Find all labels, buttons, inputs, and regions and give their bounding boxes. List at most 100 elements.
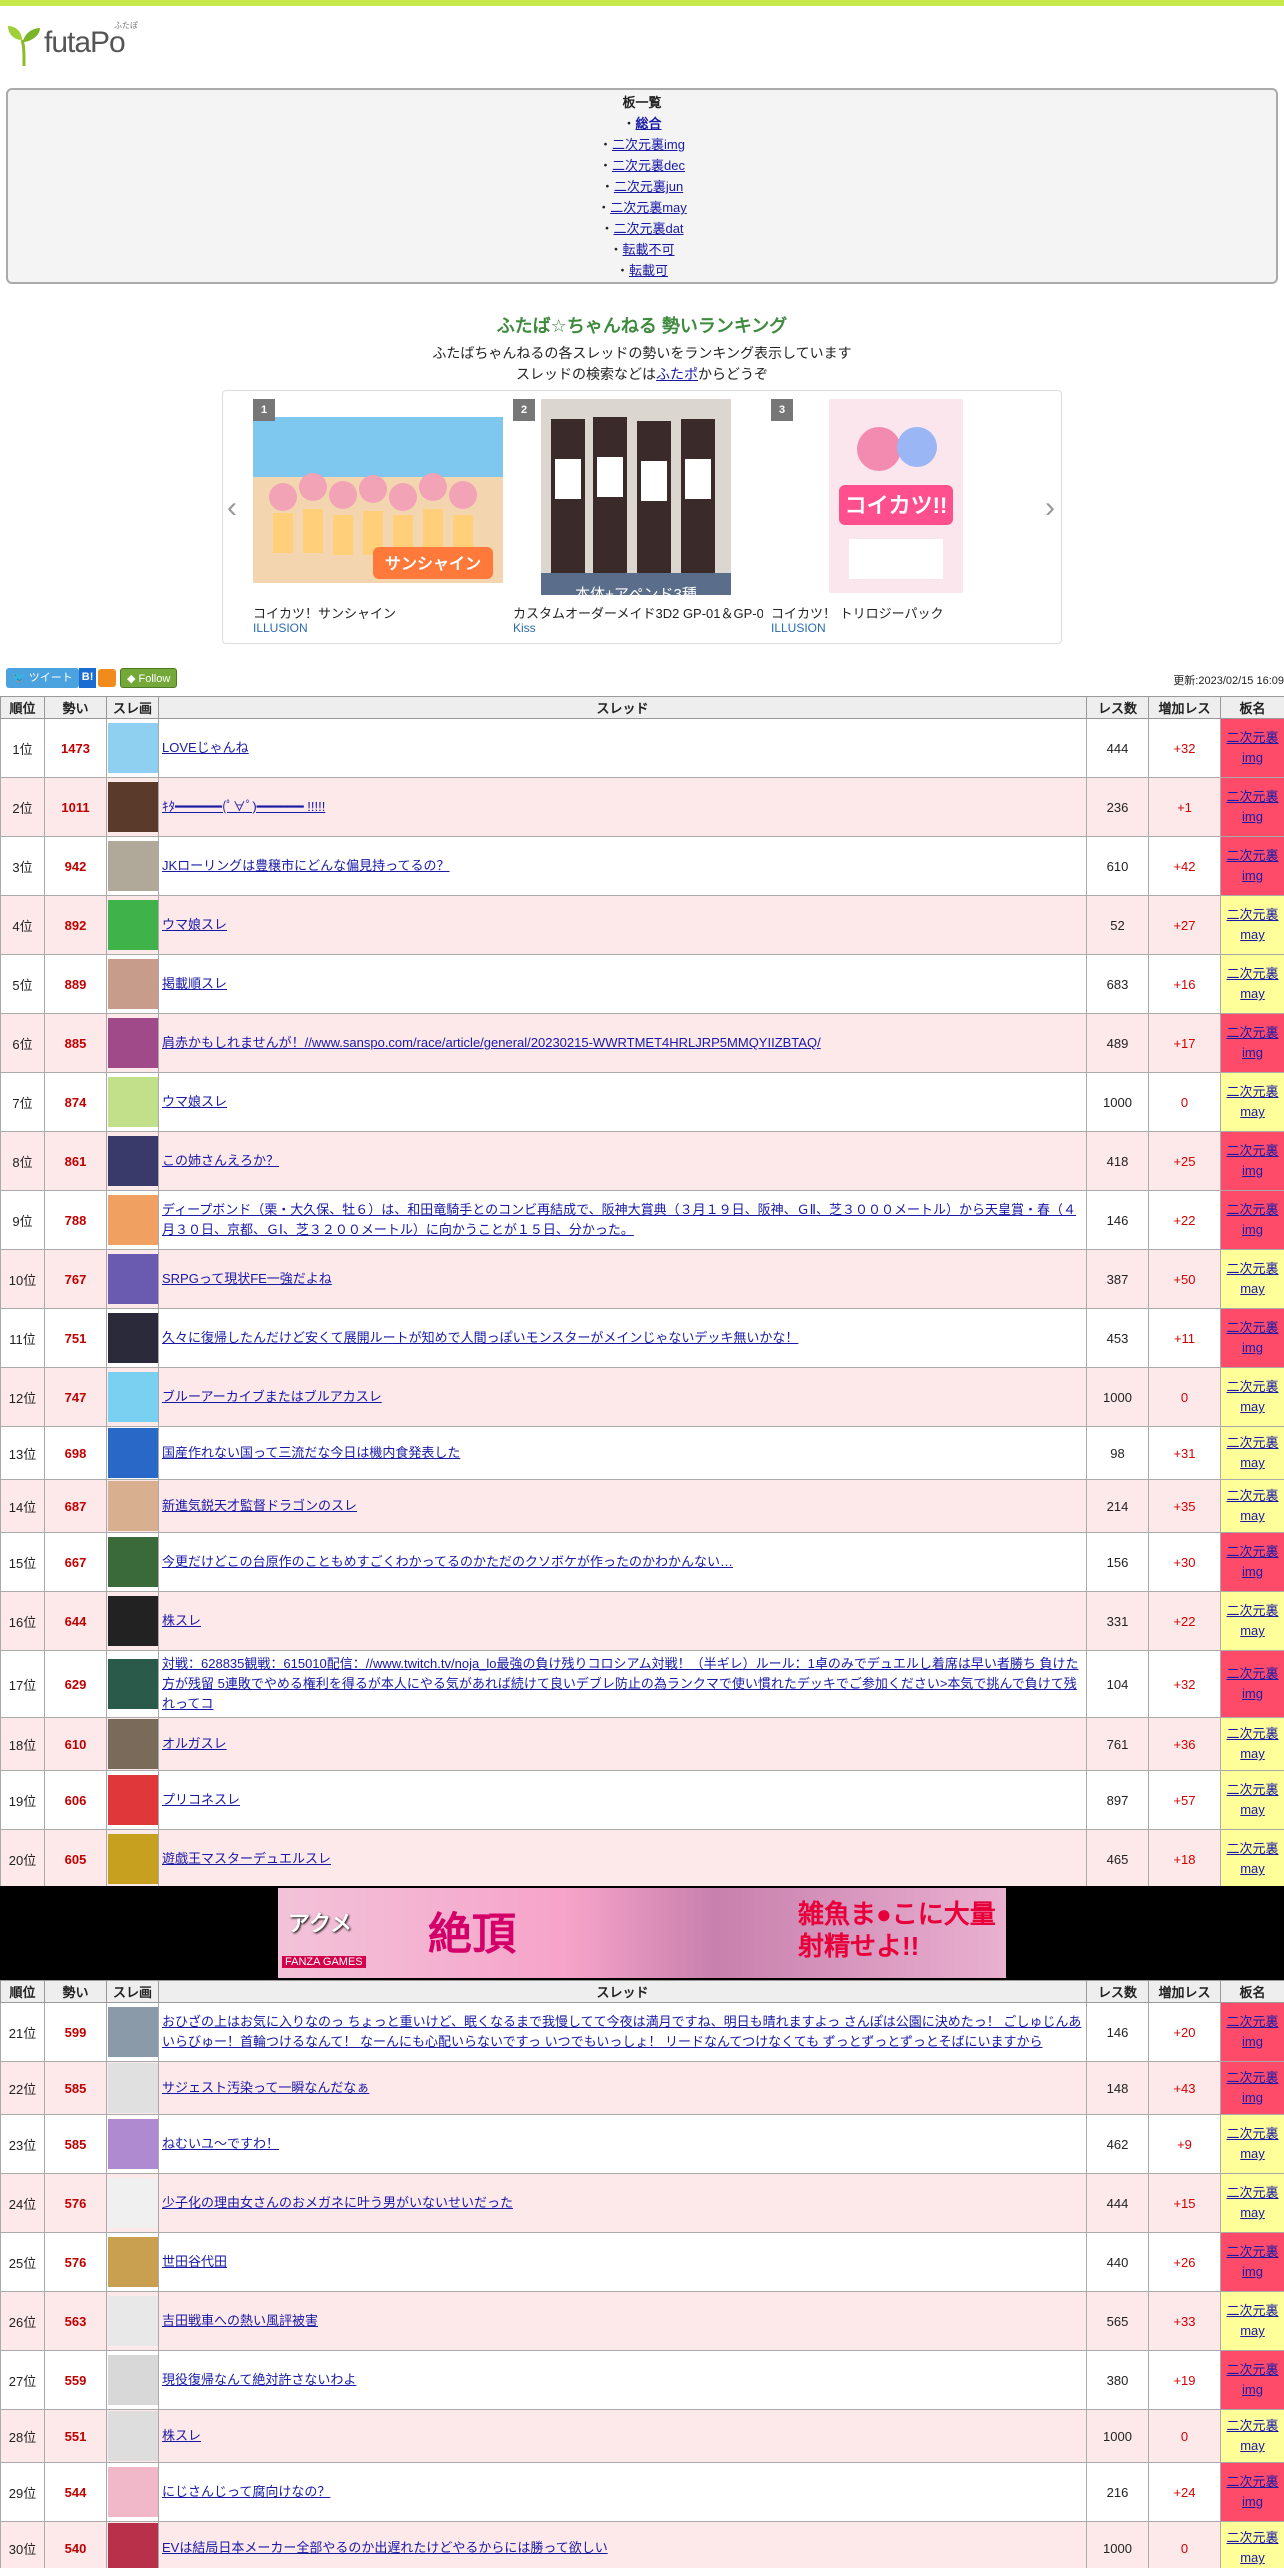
board-link[interactable]: 二次元裏dat — [613, 221, 683, 236]
futapo-link[interactable]: ふたポ — [656, 366, 698, 382]
board-link[interactable]: 二次元裏jun — [614, 179, 683, 194]
thumbnail-cell[interactable] — [106, 1367, 159, 1427]
thread-thumbnail[interactable] — [108, 1372, 158, 1422]
thumbnail-cell[interactable] — [106, 1249, 159, 1309]
board-link[interactable]: 転載不可 — [623, 242, 675, 257]
thumbnail-cell[interactable] — [106, 895, 159, 955]
thumbnail-cell[interactable] — [106, 1591, 159, 1651]
board-name-link[interactable]: 二次元裏img — [1226, 1025, 1278, 1060]
board-link[interactable]: 総合 — [636, 116, 662, 131]
carousel-item-1[interactable]: サンシャイン 1 コイカツ！サンシャイン ILLUSION — [253, 399, 503, 639]
rss-icon[interactable] — [98, 669, 117, 687]
thread-thumbnail[interactable] — [108, 1719, 158, 1769]
thread-link[interactable]: SRPGって現状FE一強だよね — [162, 1271, 332, 1286]
thumbnail-cell[interactable] — [106, 1532, 159, 1592]
thumbnail-cell[interactable] — [106, 2173, 159, 2233]
board-name-link[interactable]: 二次元裏img — [1226, 1666, 1278, 1701]
carousel-item-maker[interactable]: ILLUSION — [253, 621, 308, 635]
board-name-link[interactable]: 二次元裏may — [1226, 1603, 1278, 1638]
thumbnail-cell[interactable] — [106, 1072, 159, 1132]
board-name-link[interactable]: 二次元裏img — [1226, 2070, 1278, 2105]
thumbnail-cell[interactable] — [106, 2002, 159, 2062]
board-name-link[interactable]: 二次元裏img — [1226, 2474, 1278, 2509]
thumbnail-cell[interactable] — [106, 2350, 159, 2410]
thumbnail-cell[interactable] — [106, 1013, 159, 1073]
thumbnail-cell[interactable] — [106, 2462, 159, 2522]
thumbnail-cell[interactable] — [106, 1190, 159, 1250]
carousel-item-maker[interactable]: ILLUSION — [771, 621, 826, 635]
thread-thumbnail[interactable] — [108, 2296, 158, 2346]
thread-thumbnail[interactable] — [108, 900, 158, 950]
board-name-link[interactable]: 二次元裏img — [1226, 2244, 1278, 2279]
board-name-link[interactable]: 二次元裏may — [1226, 2530, 1278, 2565]
thumbnail-cell[interactable] — [106, 1131, 159, 1191]
thread-link[interactable]: おひざの上はお気に入りなのっ ちょっと重いけど、眠くなるまで我慢してて今夜は満月… — [162, 2014, 1081, 2049]
board-name-link[interactable]: 二次元裏may — [1226, 1379, 1278, 1414]
thumbnail-cell[interactable] — [106, 2114, 159, 2174]
board-name-link[interactable]: 二次元裏may — [1226, 2185, 1278, 2220]
carousel-item-3[interactable]: コイカツ!! 3 コイカツ！ トリロジーパック ILLUSION — [771, 399, 1021, 639]
thread-thumbnail[interactable] — [108, 2355, 158, 2405]
board-name-link[interactable]: 二次元裏img — [1226, 789, 1278, 824]
thread-thumbnail[interactable] — [108, 1195, 158, 1245]
thumbnail-cell[interactable] — [106, 1308, 159, 1368]
board-name-link[interactable]: 二次元裏img — [1226, 2014, 1278, 2049]
carousel-item-2[interactable]: 本体+アペンド3種 2 カスタムオーダーメイド3D2 GP-01＆GP-0 Ki… — [513, 399, 763, 639]
thumbnail-cell[interactable] — [106, 1479, 159, 1533]
board-link[interactable]: 二次元裏dec — [612, 158, 685, 173]
thread-thumbnail[interactable] — [108, 2063, 158, 2113]
carousel-next-icon[interactable]: › — [1045, 491, 1055, 525]
thread-link[interactable]: LOVEじゃんね — [162, 740, 249, 755]
carousel-item-name[interactable]: カスタムオーダーメイド3D2 GP-01＆GP-0 — [513, 603, 763, 622]
thread-link[interactable]: ｷﾀ━━━━━━(ﾟ∀ﾟ)━━━━━━ !!!!! — [162, 799, 325, 814]
thread-link[interactable]: ディープボンド（栗・大久保、牡６）は、和田竜騎手とのコンビ再結成で、阪神大賞典（… — [162, 1202, 1076, 1237]
thread-thumbnail[interactable] — [108, 1018, 158, 1068]
thread-thumbnail[interactable] — [108, 1659, 158, 1709]
thread-thumbnail[interactable] — [108, 723, 158, 773]
thread-thumbnail[interactable] — [108, 1136, 158, 1186]
board-name-link[interactable]: 二次元裏may — [1226, 1084, 1278, 1119]
board-link[interactable]: 二次元裏img — [612, 137, 685, 152]
thread-link[interactable]: オルガスレ — [162, 1736, 227, 1751]
thread-thumbnail[interactable] — [108, 2523, 158, 2568]
thread-thumbnail[interactable] — [108, 2119, 158, 2169]
board-name-link[interactable]: 二次元裏may — [1226, 1488, 1278, 1523]
follow-button[interactable]: ◆ Follow — [120, 668, 178, 688]
thread-link[interactable]: 久々に復帰したんだけど安くて展開ルートが知めで人間っぽいモンスターがメインじゃな… — [162, 1330, 798, 1345]
board-name-link[interactable]: 二次元裏img — [1226, 1143, 1278, 1178]
thread-link[interactable]: ブルーアーカイブまたはブルアカスレ — [162, 1389, 382, 1404]
site-logo[interactable]: futaPo ふたぽ — [6, 18, 166, 68]
thumbnail-cell[interactable] — [106, 777, 159, 837]
carousel-prev-icon[interactable]: ‹ — [227, 491, 237, 525]
board-name-link[interactable]: 二次元裏may — [1226, 2303, 1278, 2338]
thumbnail-cell[interactable] — [106, 1829, 159, 1889]
thread-thumbnail[interactable] — [108, 2467, 158, 2517]
thread-link[interactable]: 遊戯王マスターデュエルスレ — [162, 1851, 331, 1866]
board-name-link[interactable]: 二次元裏may — [1226, 1841, 1278, 1876]
board-name-link[interactable]: 二次元裏img — [1226, 848, 1278, 883]
thread-thumbnail[interactable] — [108, 1077, 158, 1127]
board-name-link[interactable]: 二次元裏img — [1226, 1320, 1278, 1355]
thread-link[interactable]: 国産作れない国って三流だな今日は機内食発表した — [162, 1445, 460, 1460]
carousel-item-name[interactable]: コイカツ！ トリロジーパック — [771, 603, 1021, 622]
thread-link[interactable]: 世田谷代田 — [162, 2254, 227, 2269]
thread-thumbnail[interactable] — [108, 1775, 158, 1825]
thread-thumbnail[interactable] — [108, 2007, 158, 2057]
board-name-link[interactable]: 二次元裏img — [1226, 2362, 1278, 2397]
board-name-link[interactable]: 二次元裏may — [1226, 966, 1278, 1001]
board-name-link[interactable]: 二次元裏may — [1226, 1435, 1278, 1470]
thread-link[interactable]: この姉さんえろか？ — [162, 1153, 279, 1168]
board-name-link[interactable]: 二次元裏may — [1226, 2126, 1278, 2161]
board-link[interactable]: 二次元裏may — [610, 200, 687, 215]
thread-link[interactable]: EVは結局日本メーカー全部やるのか出遅れたけどやるからには勝って欲しい — [162, 2540, 608, 2555]
thread-link[interactable]: 掲載順スレ — [162, 976, 227, 991]
thread-link[interactable]: ウマ娘スレ — [162, 917, 227, 932]
thread-link[interactable]: 新進気鋭天才監督ドラゴンのスレ — [162, 1498, 357, 1513]
thread-thumbnail[interactable] — [108, 782, 158, 832]
thread-link[interactable]: 少子化の理由女さんのおメガネに叶う男がいないせいだった — [162, 2195, 513, 2210]
board-name-link[interactable]: 二次元裏img — [1226, 1202, 1278, 1237]
thumbnail-cell[interactable] — [106, 1426, 159, 1480]
board-name-link[interactable]: 二次元裏may — [1226, 1782, 1278, 1817]
thumbnail-cell[interactable] — [106, 954, 159, 1014]
thread-link[interactable]: 株スレ — [162, 2428, 201, 2443]
